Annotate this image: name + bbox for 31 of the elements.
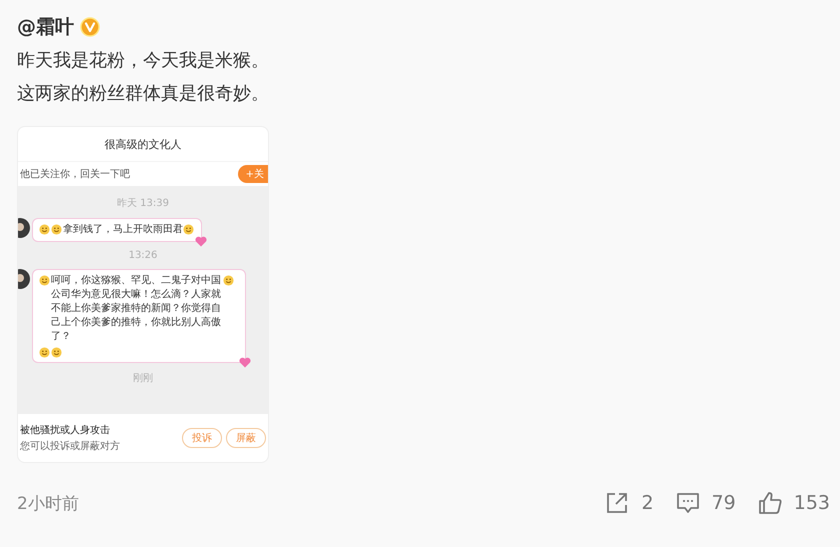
report-button[interactable]: 屏蔽 <box>226 428 266 448</box>
smiley-icon <box>39 275 50 286</box>
message-text: 拿到钱了，马上开吹雨田君 <box>63 223 183 237</box>
post-text: 昨天我是花粉，今天我是米猴。 <box>17 49 270 73</box>
like-icon[interactable] <box>758 491 782 515</box>
smiley-icon <box>51 224 62 235</box>
post-time: 2小时前 <box>17 492 79 514</box>
chat-title: 很高级的文化人 <box>104 136 182 152</box>
smiley-icon <box>223 275 234 286</box>
message-time: 昨天 13:39 <box>117 197 169 210</box>
heart-icon <box>239 357 251 368</box>
report-hint: 您可以投诉或屏蔽对方 <box>20 440 121 453</box>
smiley-icon <box>51 347 62 358</box>
action-count: 153 <box>794 492 830 514</box>
report-title: 被他骚扰或人身攻击 <box>20 424 111 437</box>
smiley-icon <box>39 347 50 358</box>
action-count: 2 <box>641 492 654 514</box>
action-count: 79 <box>712 492 736 514</box>
share-icon[interactable] <box>605 491 630 515</box>
follow-hint: 他已关注你，回关一下吧 <box>20 168 130 181</box>
heart-icon <box>195 236 207 247</box>
post-text: 这两家的粉丝群体真是很奇妙。 <box>17 82 270 106</box>
smiley-icon <box>39 224 50 235</box>
smiley-icon <box>183 224 194 235</box>
message-time: 13:26 <box>128 250 158 261</box>
follow-button[interactable]: +关 <box>238 165 268 183</box>
message-text: 呵呵，你这猕猴、罕见、二鬼子对中国公司华为意见很大嘛！怎么滴？人家就不能上你美爹家推特的新闻？你觉得自己上个你美爹的推特，你就比别人高傲了？ <box>51 274 222 344</box>
author-name[interactable]: @霜叶 <box>17 14 74 40</box>
message-time: 刚刚 <box>133 372 153 385</box>
report-button[interactable]: 投诉 <box>182 428 222 448</box>
comment-icon[interactable] <box>676 491 700 515</box>
